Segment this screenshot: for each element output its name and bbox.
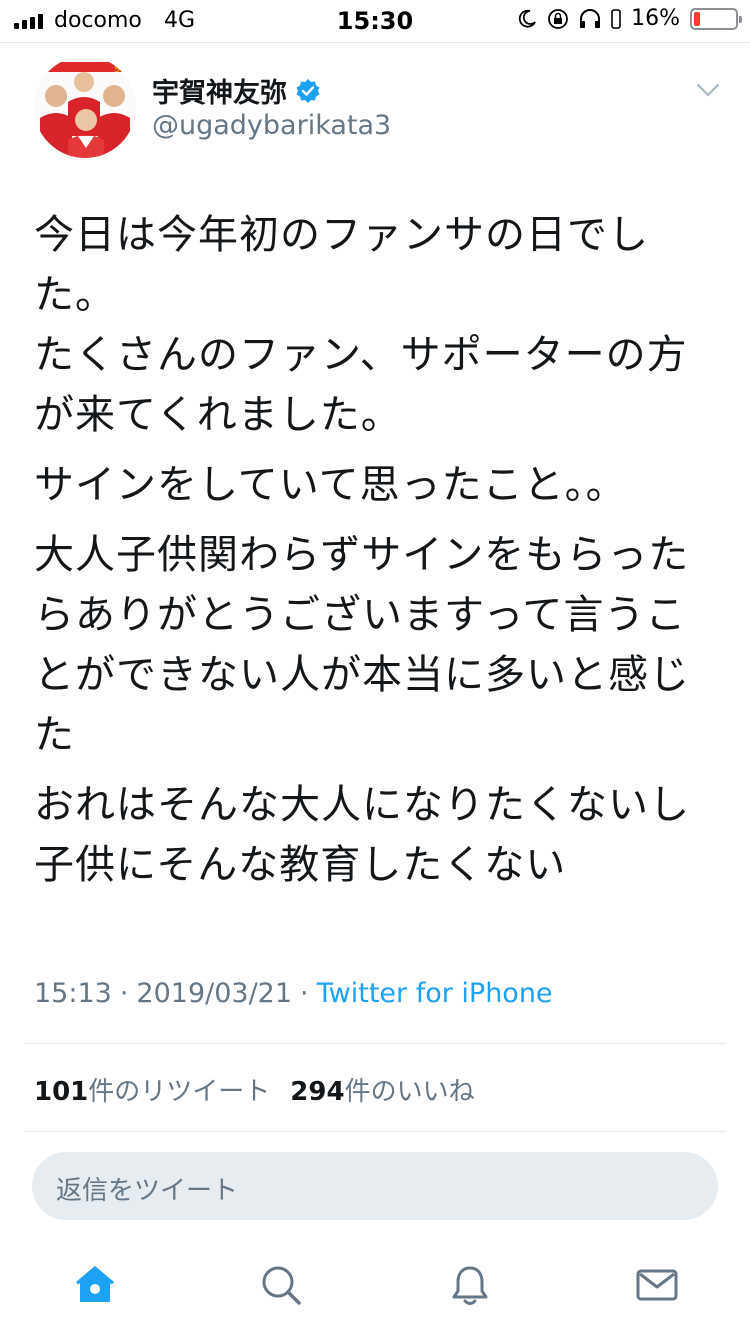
stats-divider-bottom <box>24 1131 726 1132</box>
retweets-label: 件のリツイート <box>88 1077 271 1107</box>
tweet-paragraph: 大人子供関わらずサインをもらったらありがとうございますって言うことができない人が… <box>34 532 690 758</box>
display-name-row[interactable]: 宇賀神友弥 <box>152 71 321 110</box>
tweet-paragraph: サインをしていて思ったこと。。 <box>34 462 627 508</box>
tweet-date: 2019/03/21 <box>136 978 293 1009</box>
chevron-down-icon[interactable] <box>696 82 720 98</box>
tweet-paragraph: おれはそんな大人になりたくないし子供にそんな教育したくない <box>34 782 690 888</box>
home-icon[interactable] <box>72 1262 118 1308</box>
battery-percent: 16% <box>631 6 680 31</box>
tab-bar <box>0 1248 750 1334</box>
reply-input[interactable]: 返信をツイート <box>32 1152 718 1220</box>
meta-separator: · <box>119 978 129 1009</box>
user-handle[interactable]: @ugadybarikata3 <box>152 110 391 141</box>
verified-badge-icon <box>296 78 320 103</box>
tweet-text: 今日は今年初のファンサの日でした。 たくさんのファン、サポーターの方が来てくれま… <box>34 205 724 905</box>
tweet-source-link[interactable]: Twitter for iPhone <box>317 978 553 1009</box>
stats-divider-top <box>24 1043 726 1044</box>
headphones-icon <box>580 8 601 28</box>
orientation-lock-icon <box>548 8 568 29</box>
search-icon[interactable] <box>258 1262 304 1308</box>
likes-stat[interactable]: 294件のいいね <box>290 1071 474 1108</box>
avatar[interactable]: 520 <box>34 56 136 158</box>
header-divider <box>0 42 750 43</box>
avatar-badge: 520 <box>114 65 133 75</box>
tweet-stats: 101件のリツイート 294件のいいね <box>34 1071 475 1108</box>
status-icons: 16% <box>517 6 742 31</box>
likes-label: 件のいいね <box>344 1077 475 1107</box>
battery-level <box>694 11 700 26</box>
likes-count: 294 <box>290 1077 345 1107</box>
display-name[interactable]: 宇賀神友弥 <box>152 71 287 110</box>
tweet-meta: 15:13 · 2019/03/21 · Twitter for iPhone <box>34 978 553 1009</box>
tweet-time: 15:13 <box>34 978 112 1009</box>
retweets-stat[interactable]: 101件のリツイート <box>34 1071 270 1108</box>
mail-icon[interactable] <box>634 1262 680 1308</box>
meta-separator: · <box>300 978 309 1009</box>
battery-saver-icon <box>611 8 621 29</box>
battery-icon <box>690 7 742 30</box>
status-bar: docomo 4G 15:30 16% <box>0 0 750 42</box>
retweets-count: 101 <box>34 1077 89 1107</box>
bell-icon[interactable] <box>447 1262 493 1308</box>
tweet-paragraph: 今日は今年初のファンサの日でした。 たくさんのファン、サポーターの方が来てくれま… <box>34 212 688 438</box>
moon-icon <box>518 9 536 28</box>
